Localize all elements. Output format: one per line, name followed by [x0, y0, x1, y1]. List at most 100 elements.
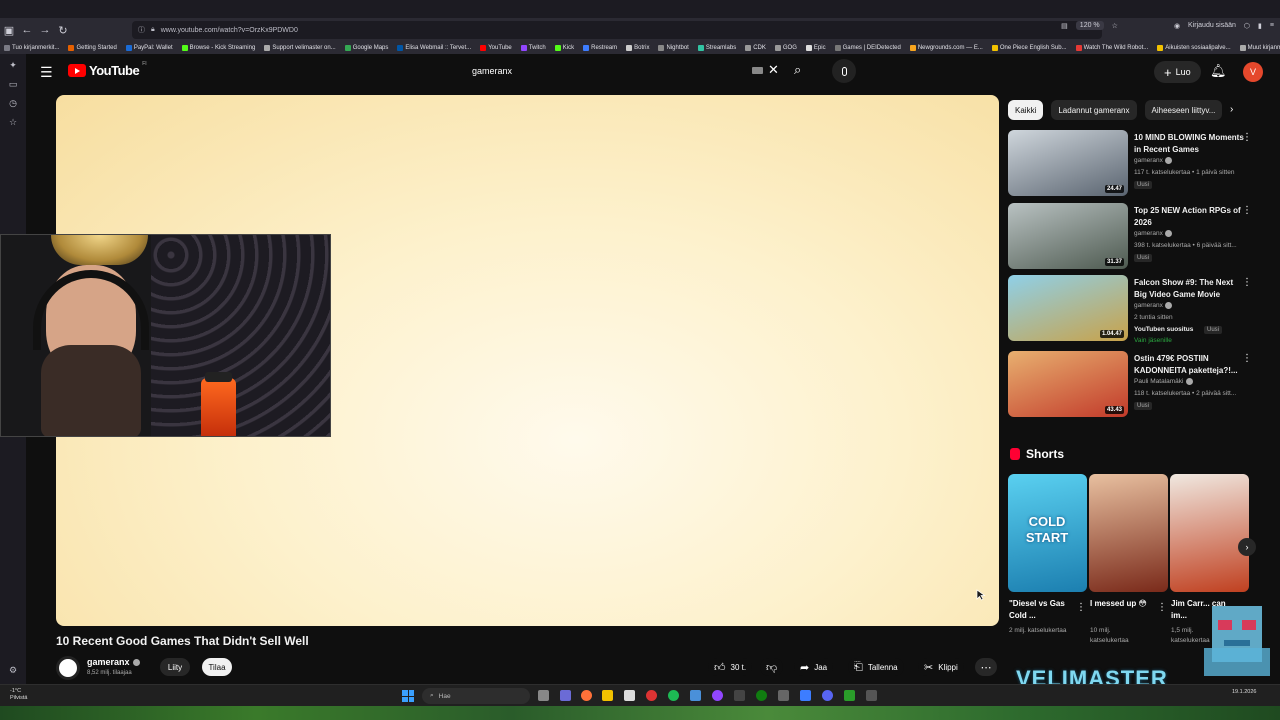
twitch-icon[interactable] — [712, 690, 723, 701]
channel-name[interactable]: gameranx — [87, 657, 140, 667]
bookmark-star-icon[interactable]: ☆ — [1112, 22, 1118, 30]
zoom-level[interactable]: 120 % — [1075, 21, 1104, 30]
sidebar-settings-icon[interactable]: ⚙ — [9, 665, 17, 676]
network-app-icon[interactable] — [800, 690, 811, 701]
share-button[interactable]: ➦ Jaa — [794, 658, 834, 676]
join-button[interactable]: Liity — [160, 658, 190, 676]
short-title[interactable]: I messed up 😳 — [1090, 598, 1156, 610]
bookmark-item[interactable]: GOG — [774, 45, 797, 51]
video-thumbnail[interactable]: 43.43 — [1008, 351, 1128, 417]
windows-start-icon[interactable] — [402, 690, 414, 702]
clear-search-icon[interactable]: ✕ — [768, 62, 779, 78]
bookmark-item[interactable]: Botrix — [626, 45, 649, 51]
recommendation-channel[interactable]: gameranx — [1134, 230, 1172, 237]
sidebar-sync-icon[interactable]: ▭ — [9, 79, 18, 90]
signin-link[interactable]: Kirjaudu sisään — [1188, 22, 1236, 29]
menu-icon[interactable]: ≡ — [1270, 22, 1274, 29]
forward-icon[interactable]: → — [36, 21, 54, 39]
address-bar[interactable]: ⓘ 🔒︎ www.youtube.com/watch?v=OrzKx9PDWD0 — [132, 21, 1102, 39]
recommendation-item[interactable]: 31.37 Top 25 NEW Action RPGs of 2026 gamer… — [1008, 203, 1270, 269]
obs-icon[interactable] — [646, 690, 657, 701]
recommendation-title[interactable]: Ostin 479€ POSTIIN KADONNEITA paketteja?… — [1134, 353, 1246, 376]
shorts-next-button[interactable]: › — [1238, 538, 1256, 556]
store-icon[interactable] — [624, 690, 635, 701]
kebab-menu-icon[interactable]: ⋮ — [1157, 602, 1167, 613]
calculator-icon[interactable] — [866, 690, 877, 701]
search-icon[interactable]: ⌕ — [794, 62, 801, 78]
chip-related[interactable]: Aiheeseen liittyv... — [1144, 100, 1223, 120]
app-icon[interactable] — [734, 690, 745, 701]
bookmark-item[interactable]: YouTube — [480, 45, 512, 51]
create-button[interactable]: + Luo — [1154, 61, 1201, 83]
bookmark-item[interactable]: CDK — [745, 45, 766, 51]
recommendation-channel[interactable]: Pauli Matalamäki — [1134, 378, 1193, 385]
video-thumbnail[interactable]: 1.04.47 — [1008, 275, 1128, 341]
firefox-icon[interactable] — [581, 690, 592, 701]
search-input[interactable]: gameranx — [462, 60, 786, 82]
task-view-icon[interactable] — [538, 690, 549, 701]
kebab-menu-icon[interactable]: ⋮ — [1242, 132, 1252, 143]
back-icon[interactable]: ← — [18, 21, 36, 39]
xbox-icon[interactable] — [756, 690, 767, 701]
bookmark-item[interactable]: Nightbot — [658, 45, 689, 51]
bookmark-item[interactable]: Restream — [583, 45, 617, 51]
settings-icon[interactable] — [778, 690, 789, 701]
short-thumbnail[interactable]: COLD START — [1008, 474, 1087, 592]
video-thumbnail[interactable]: 24.47 — [1008, 130, 1128, 196]
sidebar-ai-icon[interactable]: ✦ — [9, 60, 17, 71]
sidebar-toggle-icon[interactable]: ▣ — [0, 21, 18, 39]
bookmark-item[interactable]: PayPal: Wallet — [125, 45, 173, 51]
bookmark-item[interactable]: Muut kirjanmerkit — [1239, 45, 1280, 51]
reload-icon[interactable]: ↻ — [54, 21, 72, 39]
dislike-button[interactable]: 👎︎ — [760, 658, 784, 676]
bookmark-item[interactable]: Epic — [805, 45, 826, 51]
channel-avatar[interactable] — [56, 656, 80, 680]
weather-widget[interactable]: -1°C Pilvistä — [10, 688, 27, 702]
bookmark-item[interactable]: Streamlabs — [697, 45, 736, 51]
teams-icon[interactable] — [560, 690, 571, 701]
bookmark-item[interactable]: Tuo kirjanmerkit... — [4, 45, 59, 51]
steam-icon[interactable] — [690, 690, 701, 701]
video-thumbnail[interactable]: 31.37 — [1008, 203, 1128, 269]
kebab-menu-icon[interactable]: ⋮ — [1242, 353, 1252, 364]
save-button[interactable]: ⎗ Tallenna — [848, 658, 904, 676]
bookmark-item[interactable]: Newgrounds.com — E... — [909, 45, 983, 51]
short-thumbnail[interactable] — [1089, 474, 1168, 592]
discord-icon[interactable] — [822, 690, 833, 701]
info-icon[interactable]: ⓘ — [138, 25, 145, 35]
account-icon[interactable]: ◉ — [1174, 22, 1180, 30]
spotify-icon[interactable] — [668, 690, 679, 701]
game-app-icon[interactable] — [844, 690, 855, 701]
hamburger-menu-icon[interactable]: ☰ — [40, 64, 53, 81]
short-thumbnail[interactable] — [1170, 474, 1249, 592]
file-explorer-icon[interactable] — [602, 690, 613, 701]
bookmark-item[interactable]: Aikuisten sosiaalipalve... — [1157, 45, 1231, 51]
bookmark-item[interactable]: Support velimaster on... — [264, 45, 336, 51]
kebab-menu-icon[interactable]: ⋮ — [1242, 277, 1252, 288]
recommendation-title[interactable]: Falcon Show #9: The Next Big Video Game … — [1134, 277, 1246, 300]
bookmark-item[interactable]: Elisa Webmail :: Tervet... — [397, 45, 471, 51]
clip-button[interactable]: ✂ Klippi — [918, 658, 964, 676]
recommendation-channel[interactable]: gameranx — [1134, 157, 1172, 164]
bookmark-item[interactable]: Google Maps — [344, 45, 388, 51]
chip-all[interactable]: Kaikki — [1008, 100, 1044, 120]
chip-uploaded-by[interactable]: Ladannut gameranx — [1051, 100, 1137, 120]
bookmark-item[interactable]: Twitch — [520, 45, 546, 51]
system-clock[interactable]: 19.1.2026 — [1232, 689, 1256, 696]
bookmark-item[interactable]: One Piece English Sub... — [991, 45, 1067, 51]
chevron-right-icon[interactable]: › — [1230, 104, 1233, 115]
recommendation-title[interactable]: Top 25 NEW Action RPGs of 2026 — [1134, 205, 1246, 228]
bookmark-item[interactable]: Kick — [554, 45, 574, 51]
short-title[interactable]: "Diesel vs Gas Cold ... — [1009, 598, 1075, 622]
youtube-logo[interactable]: YouTube FI — [68, 61, 147, 78]
bookmark-item[interactable]: Watch The Wild Robot... — [1075, 45, 1148, 51]
reader-view-icon[interactable]: ▤ — [1061, 22, 1068, 30]
profile-icon[interactable]: ▮ — [1258, 22, 1262, 30]
recommendation-item[interactable]: 24.47 10 MIND BLOWING Moments in Recent G… — [1008, 130, 1270, 196]
voice-search-button[interactable] — [832, 59, 856, 83]
recommendation-item[interactable]: 1.04.47 Falcon Show #9: The Next Big Vide… — [1008, 275, 1270, 344]
notifications-bell-icon[interactable]: 🔔︎ — [1210, 63, 1227, 79]
extensions-icon[interactable]: ⬡ — [1244, 22, 1250, 30]
account-avatar[interactable]: V — [1243, 62, 1263, 82]
recommendation-item[interactable]: 43.43 Ostin 479€ POSTIIN KADONNEITA paket… — [1008, 351, 1270, 417]
